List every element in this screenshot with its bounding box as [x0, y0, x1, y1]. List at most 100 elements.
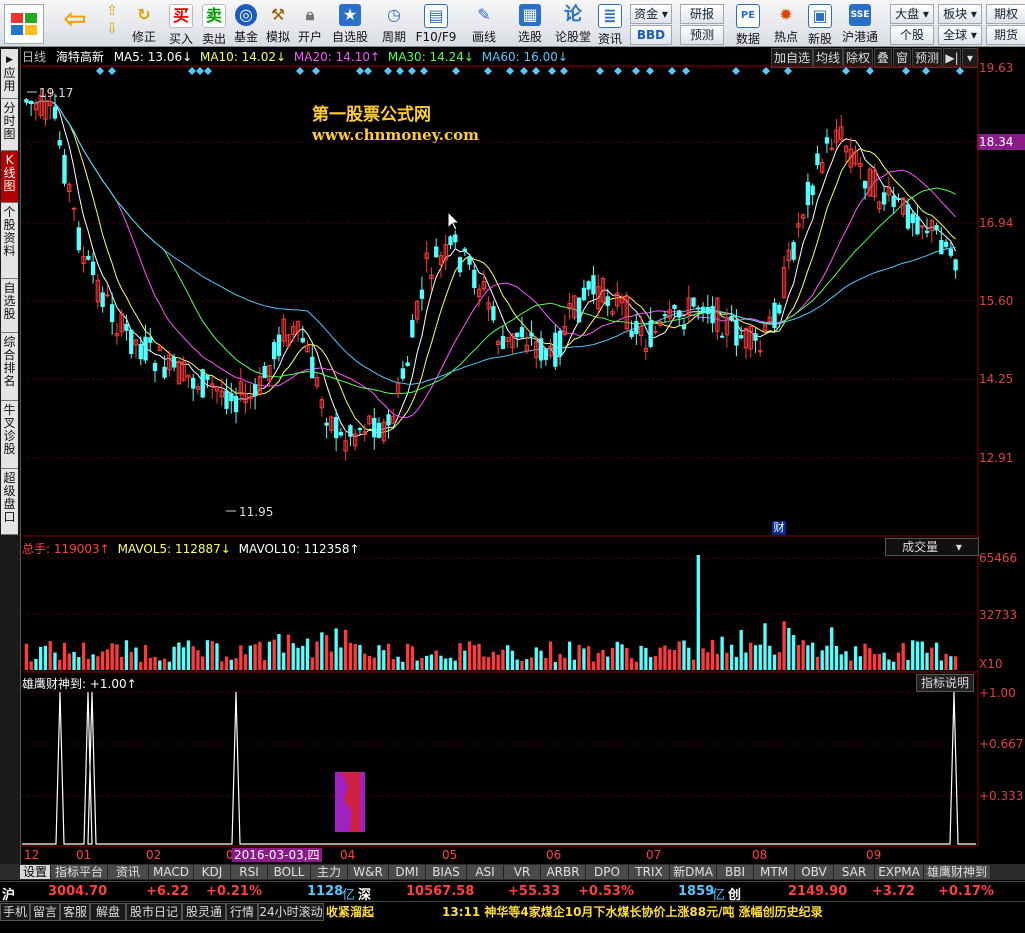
tab-indicator[interactable]: 新DMA	[670, 865, 717, 879]
volume-bar	[115, 644, 119, 670]
volume-bar	[911, 640, 915, 670]
candle-down	[52, 106, 58, 119]
candle-down	[200, 369, 205, 398]
volume-bar	[272, 639, 276, 670]
volume-bar	[453, 660, 457, 670]
tab-indicator[interactable]: BOLL	[268, 865, 311, 879]
volume-bar	[401, 661, 405, 670]
volume-indicator-select[interactable]: 成交量 ▾	[885, 538, 979, 556]
tab-indicator[interactable]: ARBR	[541, 865, 586, 879]
diary-button[interactable]: 股市日记	[126, 903, 182, 921]
candle-down	[810, 185, 815, 196]
ma5-line	[26, 100, 957, 438]
candle-down	[400, 368, 406, 379]
kline-chart[interactable]	[0, 0, 1025, 933]
volume-bar	[582, 648, 586, 670]
volume-bar	[129, 651, 133, 670]
indicator-explain-button[interactable]: 指标说明	[916, 674, 974, 692]
volume-bar	[710, 639, 715, 670]
volume-bar	[882, 652, 886, 670]
volume-bar	[930, 647, 934, 670]
mobile-button[interactable]: 手机	[0, 903, 30, 921]
volume-bar	[596, 652, 600, 670]
tab-indicator[interactable]: OBV	[795, 865, 834, 879]
tab-indicator[interactable]: MACD	[149, 865, 194, 879]
volume-bar	[186, 640, 191, 670]
volume-axis-label: 32733	[979, 608, 1018, 622]
volume-bar	[863, 643, 867, 670]
tab-indicator[interactable]: RSI	[231, 865, 268, 879]
tab-indicator[interactable]: 雄鹰财神到	[924, 865, 991, 879]
volume-axis-label: 65466	[979, 551, 1018, 565]
candle-down	[205, 374, 210, 380]
tab-indicator[interactable]: VR	[504, 865, 541, 879]
event-marker-icon	[188, 67, 196, 75]
tab-indicator[interactable]: BIAS	[426, 865, 467, 879]
volume-bar	[548, 641, 553, 670]
tab-indicator[interactable]: MTM	[754, 865, 795, 879]
candle-up	[653, 330, 658, 333]
tab-indicator[interactable]: 主力	[311, 865, 348, 879]
service-button[interactable]: 客服	[60, 903, 90, 921]
candle-down	[700, 306, 706, 314]
volume-bar	[744, 652, 748, 670]
candle-down	[448, 236, 453, 246]
index-status-bar: 沪 3004.70 +6.22 +0.21% 1128 亿 深 10567.58…	[0, 881, 1025, 903]
tab-indicator[interactable]: TRIX	[629, 865, 670, 879]
volume-bar	[444, 658, 448, 670]
candle-down	[57, 140, 62, 146]
volume-bar	[672, 650, 677, 670]
candle-down	[586, 281, 591, 290]
tab-indicator[interactable]: BBI	[717, 865, 754, 879]
volume-bar	[301, 645, 305, 670]
candle-down	[862, 180, 868, 189]
volume-bar	[763, 623, 767, 670]
gulingtong-button[interactable]: 股灵通	[182, 903, 226, 921]
quotes-button[interactable]: 行情	[226, 903, 258, 921]
tab-indicator[interactable]: ASI	[467, 865, 504, 879]
volume-bar	[648, 657, 653, 670]
volume-bar	[525, 659, 529, 670]
volume-bar	[324, 635, 329, 670]
volume-bar	[62, 642, 67, 670]
volume-bar	[534, 647, 538, 670]
tab-indicator[interactable]: DPO	[586, 865, 629, 879]
indicator-line	[22, 691, 976, 845]
volume-bar	[858, 656, 862, 670]
volume-bar	[143, 645, 148, 670]
cy-index: 2149.90	[788, 884, 848, 899]
review-button[interactable]: 解盘	[90, 903, 126, 921]
tab-indicator[interactable]: 指标平台	[51, 865, 108, 879]
news-headline[interactable]: 13:11 神华等4家煤企10月下水煤长协价上涨88元/吨 涨幅创历史纪录	[442, 903, 823, 920]
candle-down	[515, 332, 520, 338]
tab-indicator[interactable]: KDJ	[194, 865, 231, 879]
message-button[interactable]: 留言	[30, 903, 60, 921]
volume-bar	[782, 621, 786, 670]
volume-bar	[239, 645, 243, 670]
tab-indicator[interactable]: SAR	[834, 865, 875, 879]
volume-bar	[100, 651, 105, 670]
candle-down	[109, 304, 115, 323]
rolling-news-button[interactable]: 24小时滚动	[258, 903, 324, 921]
tab-indicator[interactable]: DMI	[389, 865, 426, 879]
tab-indicator[interactable]: W&R	[348, 865, 389, 879]
volume-bar	[277, 634, 281, 670]
tab-settings[interactable]: 设置	[20, 865, 51, 879]
tab-indicator[interactable]: EXPMA	[875, 865, 924, 879]
volume-bar	[172, 646, 176, 670]
volume-bar	[39, 646, 43, 670]
candle-down	[710, 305, 715, 324]
tab-indicator[interactable]: 资讯	[108, 865, 149, 879]
sh-pct: +0.21%	[206, 884, 262, 899]
volume-bar	[853, 646, 858, 670]
event-marker-icon	[384, 67, 392, 75]
volume-bar	[181, 647, 186, 670]
volume-bar	[749, 642, 753, 670]
volume-bar	[243, 654, 248, 670]
volume-bar	[358, 644, 362, 670]
volume-bar	[896, 652, 901, 670]
volume-bar	[348, 642, 353, 670]
finance-event-badge[interactable]: 财	[772, 521, 786, 535]
volume-bar	[258, 641, 262, 670]
volume-bar	[58, 659, 62, 670]
